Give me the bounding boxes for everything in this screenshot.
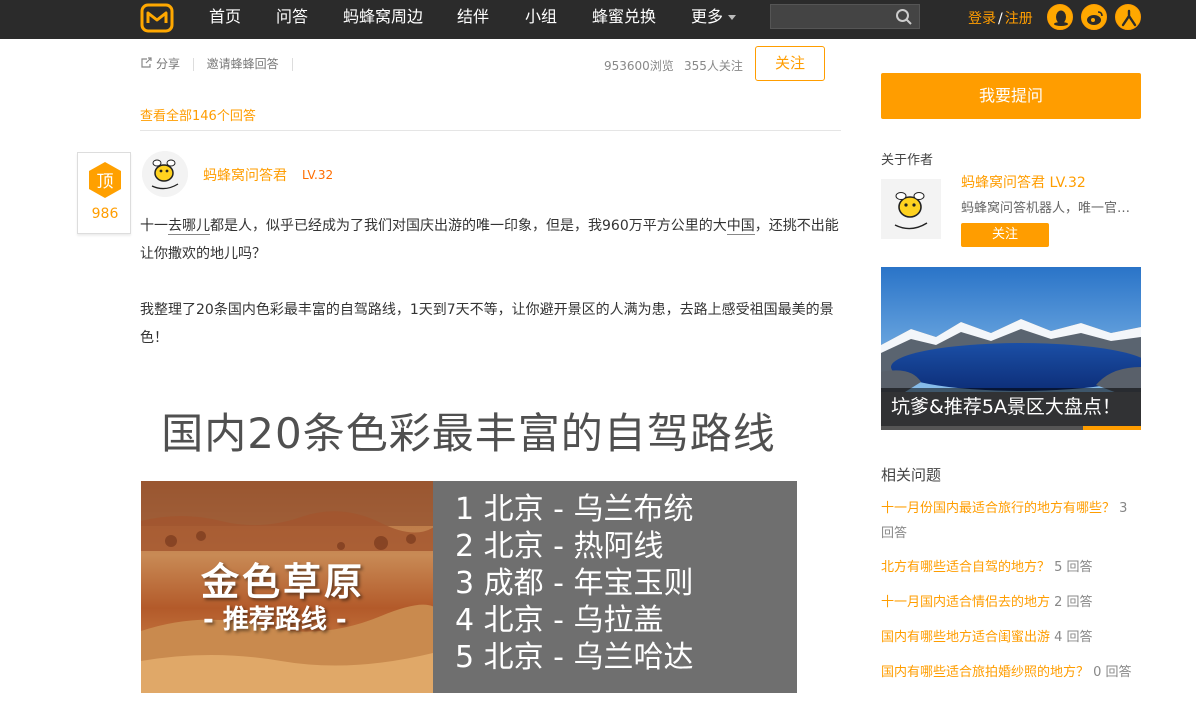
tag-link-qunaer[interactable]: 去哪儿 xyxy=(168,218,210,235)
divider xyxy=(192,58,194,71)
follow-question-button[interactable]: 关注 xyxy=(755,46,825,81)
route-item: 2 北京 - 热阿线 xyxy=(455,529,664,564)
route-item: 3 成都 - 年宝玉则 xyxy=(455,566,694,601)
banner-title: 国内20条色彩最丰富的自驾路线 xyxy=(161,409,776,458)
search-input[interactable] xyxy=(770,4,920,29)
nav-more[interactable]: 更多 xyxy=(691,0,737,36)
side-author-name: 蚂蜂窝问答君 xyxy=(961,175,1045,191)
author-name-link[interactable]: 蚂蜂窝问答君 xyxy=(203,165,287,185)
answer-count: 0 回答 xyxy=(1093,665,1132,680)
promo-banner[interactable]: 坑爹&推荐5A景区大盘点！ xyxy=(881,267,1141,430)
related-question-link[interactable]: 国内有哪些地方适合闺蜜出游 xyxy=(881,630,1050,645)
weibo-icon[interactable] xyxy=(1081,4,1107,30)
author-level-badge: LV.32 xyxy=(302,168,334,182)
qq-icon[interactable] xyxy=(1047,4,1073,30)
answer-paragraph-1: 十一去哪儿都是人，似乎已经成为了我们对国庆出游的唯一印象，但是，我960万平方公… xyxy=(140,212,845,268)
nav-honey-exchange[interactable]: 蜂蜜兑换 xyxy=(592,0,656,36)
upvote-count: 986 xyxy=(91,206,119,222)
view-all-answers-link[interactable]: 查看全部146个回答 xyxy=(140,105,256,124)
search-icon[interactable] xyxy=(895,8,913,26)
related-question-item[interactable]: 国内有哪些适合旅拍婚纱照的地方？ 0 回答 xyxy=(881,660,1143,685)
register-link[interactable]: 注册 xyxy=(1005,11,1033,27)
upvote-label: 顶 xyxy=(96,172,114,192)
nav-travel-partner[interactable]: 结伴 xyxy=(457,0,489,36)
text-span: 十一 xyxy=(140,218,168,234)
related-question-link[interactable]: 十一月份国内最适合旅行的地方有哪些？ xyxy=(881,501,1115,516)
share-label: 分享 xyxy=(156,57,181,71)
nav-more-label: 更多 xyxy=(691,7,724,26)
route-list: 1 北京 - 乌兰布统 2 北京 - 热阿线 3 成都 - 年宝玉则 4 北京 … xyxy=(433,481,797,693)
nav-qa[interactable]: 问答 xyxy=(276,0,308,36)
tag-link-china[interactable]: 中国 xyxy=(726,218,755,235)
avatar[interactable] xyxy=(142,151,188,197)
related-question-item[interactable]: 北方有哪些适合自驾的地方？ 5 回答 xyxy=(881,555,1143,580)
view-count: 953600浏览 xyxy=(604,59,674,73)
answer-count: 4 回答 xyxy=(1054,630,1093,645)
route-item: 4 北京 - 乌拉盖 xyxy=(455,603,664,638)
divider xyxy=(140,130,841,131)
renren-icon[interactable] xyxy=(1115,4,1141,30)
author-description: 蚂蜂窝问答机器人，唯一官方账号 xyxy=(961,201,1143,216)
banner-img-subtitle: - 推荐路线 - xyxy=(203,605,347,635)
answer-count: 5 回答 xyxy=(1054,560,1093,575)
side-author-name-link[interactable]: 蚂蜂窝问答君 LV.32 xyxy=(961,172,1086,192)
invite-answer-link[interactable]: 邀请蜂蜂回答 xyxy=(207,55,279,72)
chevron-down-icon xyxy=(728,15,737,20)
upvote-button[interactable]: 顶 986 xyxy=(77,152,131,234)
text-span: 都是人，似乎已经成为了我们对国庆出游的唯一印象，但是，我960万平方公里的大 xyxy=(210,218,727,234)
login-link[interactable]: 登录 xyxy=(968,11,996,27)
related-question-link[interactable]: 国内有哪些适合旅拍婚纱照的地方？ xyxy=(881,665,1089,680)
banner-img-title: 金色草原 xyxy=(201,560,366,604)
route-item: 5 北京 - 乌兰哈达 xyxy=(455,640,694,675)
side-author-level: LV.32 xyxy=(1049,175,1086,191)
avatar[interactable] xyxy=(881,179,941,239)
nav-home[interactable]: 首页 xyxy=(209,0,241,36)
share-button[interactable]: 分享 xyxy=(140,55,180,72)
related-question-item[interactable]: 国内有哪些地方适合闺蜜出游 4 回答 xyxy=(881,625,1143,650)
about-author-heading: 关于作者 xyxy=(881,153,934,168)
related-question-link[interactable]: 北方有哪些适合自驾的地方？ xyxy=(881,560,1050,575)
follow-author-button[interactable]: 关注 xyxy=(961,223,1049,247)
ask-question-button[interactable]: 我要提问 xyxy=(881,73,1141,119)
top-nav-bar: 首页 问答 蚂蜂窝周边 结伴 小组 蜂蜜兑换 更多 登录 / 注册 xyxy=(0,0,1196,39)
follower-count: 355人关注 xyxy=(684,59,743,73)
login-register: 登录 / 注册 xyxy=(968,8,1033,28)
related-questions-heading: 相关问题 xyxy=(881,466,942,484)
grassland-photo[interactable]: 金色草原 - 推荐路线 - xyxy=(141,481,433,693)
mafengwo-logo-icon[interactable] xyxy=(140,3,174,33)
answer-count: 2 回答 xyxy=(1054,595,1093,610)
related-question-link[interactable]: 十一月国内适合情侣去的地方 xyxy=(881,595,1050,610)
share-icon xyxy=(141,57,152,68)
related-question-item[interactable]: 十一月国内适合情侣去的地方 2 回答 xyxy=(881,590,1143,615)
answer-paragraph-2: 我整理了20条国内色彩最丰富的自驾路线，1天到7天不等，让你避开景区的人满为患，… xyxy=(140,302,834,346)
nav-groups[interactable]: 小组 xyxy=(525,0,557,36)
related-question-item[interactable]: 十一月份国内最适合旅行的地方有哪些？ 3 回答 xyxy=(881,496,1143,546)
divider xyxy=(291,58,293,71)
carousel-indicator-active[interactable] xyxy=(1083,426,1141,430)
login-slash: / xyxy=(998,11,1003,27)
route-item: 1 北京 - 乌兰布统 xyxy=(455,492,694,527)
question-actions: 分享 邀请蜂蜂回答 xyxy=(140,55,302,72)
nav-merch[interactable]: 蚂蜂窝周边 xyxy=(343,0,423,36)
promo-caption: 坑爹&推荐5A景区大盘点！ xyxy=(881,388,1141,426)
